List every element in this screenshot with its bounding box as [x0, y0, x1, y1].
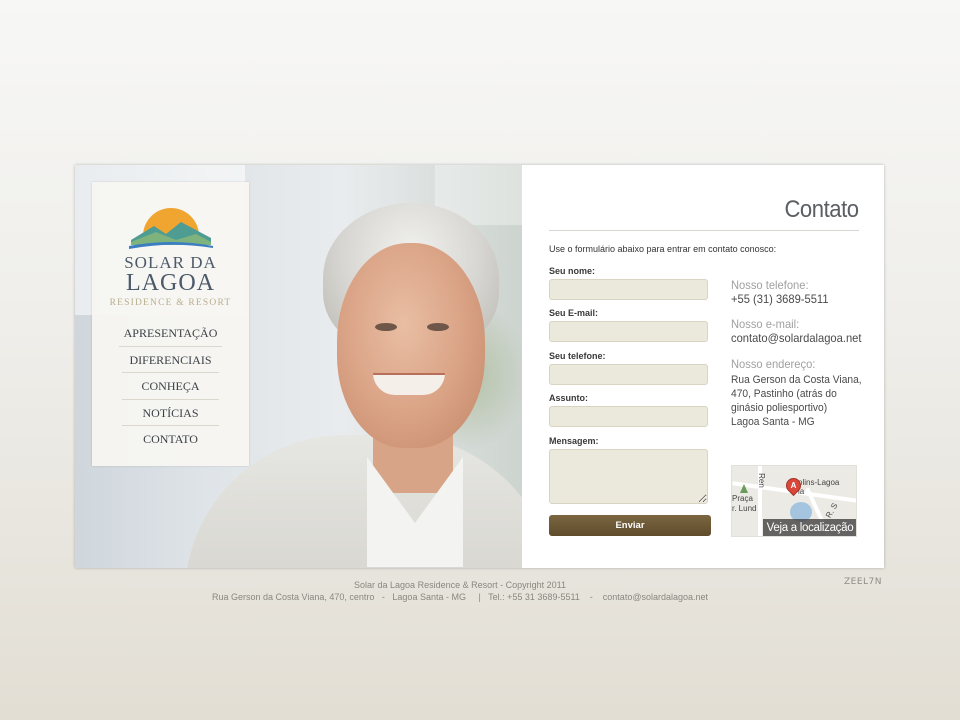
form-intro: Use o formulário abaixo para entrar em c…	[549, 244, 777, 254]
contact-section: Contato Use o formulário abaixo para ent…	[522, 165, 884, 568]
footer-copyright: Solar da Lagoa Residence & Resort - Copy…	[354, 580, 566, 590]
phone-number: +55 (31) 3689-5511	[731, 292, 829, 306]
subject-label: Assunto:	[549, 393, 588, 403]
email-info: Nosso e-mail: contato@solardalagoa.net	[731, 317, 871, 345]
menu-item-diferenciais[interactable]: DIFERENCIAIS	[122, 347, 219, 373]
email-label: Seu E-mail:	[549, 308, 599, 318]
address-line: Lagoa Santa - MG	[731, 416, 815, 428]
name-label: Seu nome:	[549, 266, 596, 276]
address-line: 470, Pastinho (atrás do	[731, 388, 837, 400]
address-line: ginásio poliesportivo)	[731, 402, 828, 414]
location-map[interactable]: Praça r. Lund olins-Lagoa ia Ren R. S A …	[731, 465, 857, 537]
site-container: SOLAR DA LAGOA RESIDENCE & RESORT APRESE…	[75, 165, 884, 568]
nav-panel: SOLAR DA LAGOA RESIDENCE & RESORT APRESE…	[92, 182, 249, 466]
map-label: Ren	[756, 473, 766, 488]
park-icon	[740, 484, 748, 493]
map-label: Praça	[732, 494, 753, 503]
message-field[interactable]	[549, 449, 708, 504]
address-line: Rua Gerson da Costa Viana,	[731, 374, 862, 386]
email-info-label: Nosso e-mail:	[731, 317, 800, 331]
email-field[interactable]	[549, 321, 708, 342]
map-label: R. S	[823, 501, 840, 520]
name-field[interactable]	[549, 279, 708, 300]
page-title: Contato	[784, 196, 860, 223]
phone-info: Nosso telefone: +55 (31) 3689-5511	[731, 278, 836, 306]
menu-item-apresentacao[interactable]: APRESENTAÇÃO	[119, 320, 222, 347]
phone-field[interactable]	[549, 364, 708, 385]
phone-label: Seu telefone:	[549, 351, 606, 361]
title-divider	[549, 230, 859, 231]
map-label: r. Lund	[732, 504, 757, 513]
subject-field[interactable]	[549, 406, 708, 427]
site-logo[interactable]: SOLAR DA LAGOA RESIDENCE & RESORT	[92, 204, 249, 308]
footer-contact: Rua Gerson da Costa Viana, 470, centro -…	[211, 592, 709, 602]
address-info: Nosso endereço: Rua Gerson da Costa Vian…	[731, 357, 871, 429]
menu-item-conheca[interactable]: CONHEÇA	[122, 373, 219, 400]
map-label: olins-Lagoa	[798, 478, 840, 487]
menu-item-noticias[interactable]: NOTÍCIAS	[122, 400, 219, 426]
phone-info-label: Nosso telefone:	[731, 278, 809, 292]
footer: Solar da Lagoa Residence & Resort - Copy…	[0, 579, 920, 603]
main-menu: APRESENTAÇÃO DIFERENCIAIS CONHEÇA NOTÍCI…	[119, 320, 222, 453]
hero-photo: SOLAR DA LAGOA RESIDENCE & RESORT APRESE…	[75, 165, 522, 568]
email-address[interactable]: contato@solardalagoa.net	[731, 331, 861, 345]
view-location-link[interactable]: Veja a localização	[763, 519, 856, 536]
message-label: Mensagem:	[549, 436, 599, 446]
submit-button[interactable]: Enviar	[549, 515, 711, 536]
developer-credit[interactable]: ZEEL7N	[844, 577, 882, 587]
logo-emblem-icon	[128, 208, 213, 249]
logo-text-line2: LAGOA	[126, 270, 215, 296]
logo-tagline: RESIDENCE & RESORT	[109, 298, 232, 308]
map-pin-letter: A	[790, 481, 797, 490]
menu-item-contato[interactable]: CONTATO	[122, 426, 219, 453]
address-info-label: Nosso endereço:	[731, 357, 816, 371]
